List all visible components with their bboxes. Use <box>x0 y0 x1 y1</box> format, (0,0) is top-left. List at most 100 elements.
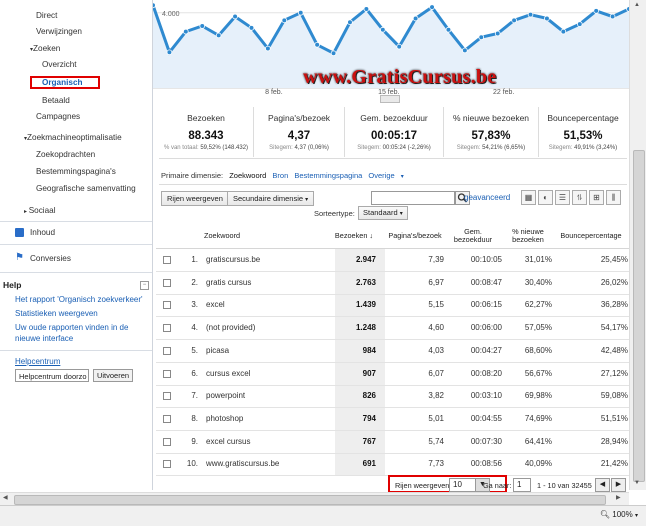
table-row[interactable]: 3. excel 1.439 5,15 00:06:15 62,27% 36,28% <box>156 294 629 318</box>
scroll-left-icon[interactable]: ◀ <box>3 494 8 501</box>
table-row[interactable]: 4. (not provided) 1.248 4,60 00:06:00 57,05% 5… <box>156 317 629 341</box>
table-view-icon[interactable]: ▦ <box>521 190 536 205</box>
metric-value: 4,37 <box>287 130 311 142</box>
table-row[interactable]: 6. cursus excel 907 6,07 00:08:20 56,67% 27,12… <box>156 363 629 386</box>
sidebar-item-zoekopdrachten[interactable]: Zoekopdrachten <box>0 148 152 162</box>
row-checkbox[interactable] <box>163 324 171 333</box>
data-point <box>314 41 320 48</box>
row-checkbox[interactable] <box>163 392 171 401</box>
keyword-link[interactable]: picasa <box>206 340 229 362</box>
sidebar-item-betaald[interactable]: Betaald <box>0 94 152 108</box>
keyword-link[interactable]: gratiscursus.be <box>206 249 260 271</box>
columns-view-icon[interactable]: ⫼ <box>606 190 621 205</box>
header-zoekwoord[interactable]: Zoekwoord <box>204 232 240 240</box>
row-checkbox[interactable] <box>163 256 171 264</box>
scroll-thumb[interactable] <box>14 495 606 505</box>
dimension-overige[interactable]: Overige ▾ <box>368 171 407 180</box>
next-page-button[interactable]: ▶ <box>611 478 626 492</box>
advanced-filter-link[interactable]: geavanceerd <box>464 193 510 202</box>
data-point <box>363 6 370 12</box>
show-rows-button[interactable]: Rijen weergeven <box>161 191 229 206</box>
bounce-rate-cell: 25,45% <box>600 255 628 264</box>
sidebar-item-overzicht[interactable]: Overzicht <box>0 58 152 72</box>
header-bezoeken[interactable]: Bezoeken ↓ <box>334 232 374 240</box>
vertical-scrollbar[interactable]: ▲ ▼ <box>629 0 646 490</box>
row-checkbox[interactable] <box>163 460 171 469</box>
zoom-control[interactable]: 🔍︎ 100% ▾ <box>600 510 638 519</box>
row-checkbox[interactable] <box>163 346 171 355</box>
secondary-dimension-label: Secundaire dimensie <box>233 194 304 203</box>
bar-view-icon[interactable]: ☰ <box>555 190 570 205</box>
sort-type-select[interactable]: Standaard ▾ <box>358 206 408 220</box>
row-checkbox[interactable] <box>163 301 171 310</box>
visits-cell: 1.439 <box>355 300 376 310</box>
helpcentrum-label[interactable]: Helpcentrum <box>15 356 143 367</box>
data-point <box>609 13 616 20</box>
helpcentrum-submit-button[interactable]: Uitvoeren <box>93 369 133 382</box>
header-bounce-rate[interactable]: Bouncepercentage <box>556 232 626 240</box>
row-checkbox[interactable] <box>163 369 171 378</box>
sidebar-item-zoekmachineoptimalisatie[interactable]: ▾Zoekmachineoptimalisatie <box>0 131 152 145</box>
minimize-icon[interactable]: − <box>140 281 149 290</box>
row-checkbox[interactable] <box>163 278 171 287</box>
sidebar-item-geografische-samenvatting[interactable]: Geografische samenvatting <box>0 182 152 196</box>
sidebar-item-inhoud[interactable]: Inhoud <box>0 226 152 240</box>
help-link-old-reports[interactable]: Uw oude rapporten vinden in de nieuwe in… <box>15 322 143 344</box>
sidebar-item-zoeken[interactable]: ▾Zoeken <box>0 42 152 56</box>
sidebar-item-verwijzingen[interactable]: Verwijzingen <box>0 25 152 39</box>
table-search-input[interactable] <box>371 191 455 205</box>
row-checkbox[interactable] <box>163 414 171 423</box>
header-avg-duration[interactable]: Gem. bezoekduur <box>448 228 498 244</box>
keyword-link[interactable]: (not provided) <box>206 317 255 339</box>
helpcentrum-search-input[interactable]: Helpcentrum doorzo <box>15 369 89 382</box>
pivot-view-icon[interactable]: ⊞ <box>589 190 604 205</box>
table-row[interactable]: 5. picasa 984 4,03 00:04:27 68,60% 42,48% <box>156 340 629 363</box>
sidebar-item-sociaal[interactable]: ▸ Sociaal <box>0 204 152 218</box>
sidebar-item-direct[interactable]: Direct <box>0 9 152 23</box>
secondary-dimension-dropdown[interactable]: Secundaire dimensie ▾ <box>227 191 315 206</box>
table-row[interactable]: 7. powerpoint 826 3,82 00:03:10 69,98% 59,08% <box>156 385 629 409</box>
row-index: 8. <box>191 413 198 423</box>
table-row[interactable]: 1. gratiscursus.be 2.947 7,39 00:10:05 31,01%… <box>156 249 629 272</box>
chart-resize-handle[interactable] <box>380 95 400 103</box>
dimension-zoekwoord[interactable]: Zoekwoord <box>229 171 266 180</box>
new-visits-cell: 56,67% <box>524 368 552 378</box>
pie-view-icon[interactable]: ◐ <box>538 190 553 205</box>
table-row[interactable]: 8. photoshop 794 5,01 00:04:55 74,69% 51,51% <box>156 408 629 431</box>
comparison-view-icon[interactable]: ⥮ <box>572 190 587 205</box>
goto-page-input[interactable]: 1 <box>513 478 531 492</box>
scroll-down-icon[interactable]: ▼ <box>634 480 640 486</box>
keyword-link[interactable]: photoshop <box>206 408 243 430</box>
keyword-link[interactable]: cursus excel <box>206 363 250 385</box>
keyword-link[interactable]: excel cursus <box>206 431 250 453</box>
header-new-visits[interactable]: % nieuwe bezoeken <box>506 228 550 244</box>
dimension-bron[interactable]: Bron <box>272 171 288 180</box>
sidebar-item-bestemmingspaginas[interactable]: Bestemmingspagina's <box>0 165 152 179</box>
keyword-link[interactable]: www.gratiscursus.be <box>206 453 279 475</box>
sidebar-item-campagnes[interactable]: Campagnes <box>0 110 152 124</box>
keyword-link[interactable]: powerpoint <box>206 385 245 407</box>
keyword-link[interactable]: gratis cursus <box>206 272 251 294</box>
help-link-statistics[interactable]: Statistieken weergeven <box>15 308 143 319</box>
new-visits-cell: 62,27% <box>524 300 552 310</box>
sidebar-item-conversies[interactable]: Conversies <box>0 252 152 266</box>
row-checkbox[interactable] <box>163 437 171 446</box>
table-row[interactable]: 10. www.gratiscursus.be 691 7,73 00:08:56 40,… <box>156 453 629 477</box>
divider <box>0 350 152 351</box>
scroll-right-icon[interactable]: ▶ <box>616 494 621 501</box>
sidebar-item-label: Zoeken <box>33 44 61 53</box>
y-tick-label: 4.000 <box>162 11 180 18</box>
scroll-thumb[interactable] <box>633 150 645 482</box>
bounce-rate-cell: 42,48% <box>600 345 628 355</box>
metric-card: Gem. bezoekduur 00:05:17 Sitegem: 00:05:24… <box>345 107 444 157</box>
header-pages-per-visit[interactable]: Pagina's/bezoek <box>384 232 446 240</box>
previous-page-button[interactable]: ◀ <box>595 478 610 492</box>
scroll-up-icon[interactable]: ▲ <box>634 2 640 8</box>
dimension-bestemmingspagina[interactable]: Bestemmingspagina <box>294 171 362 180</box>
table-row[interactable]: 9. excel cursus 767 5,74 00:07:30 64,41% 28,94… <box>156 431 629 454</box>
horizontal-scrollbar[interactable]: ◀ ▶ <box>0 492 629 506</box>
sidebar-item-label: Overzicht <box>42 60 77 69</box>
help-link-report[interactable]: Het rapport 'Organisch zoekverkeer' <box>15 294 143 305</box>
table-row[interactable]: 2. gratis cursus 2.763 6,97 00:08:47 30,40% 26… <box>156 272 629 295</box>
keyword-link[interactable]: excel <box>206 294 225 316</box>
